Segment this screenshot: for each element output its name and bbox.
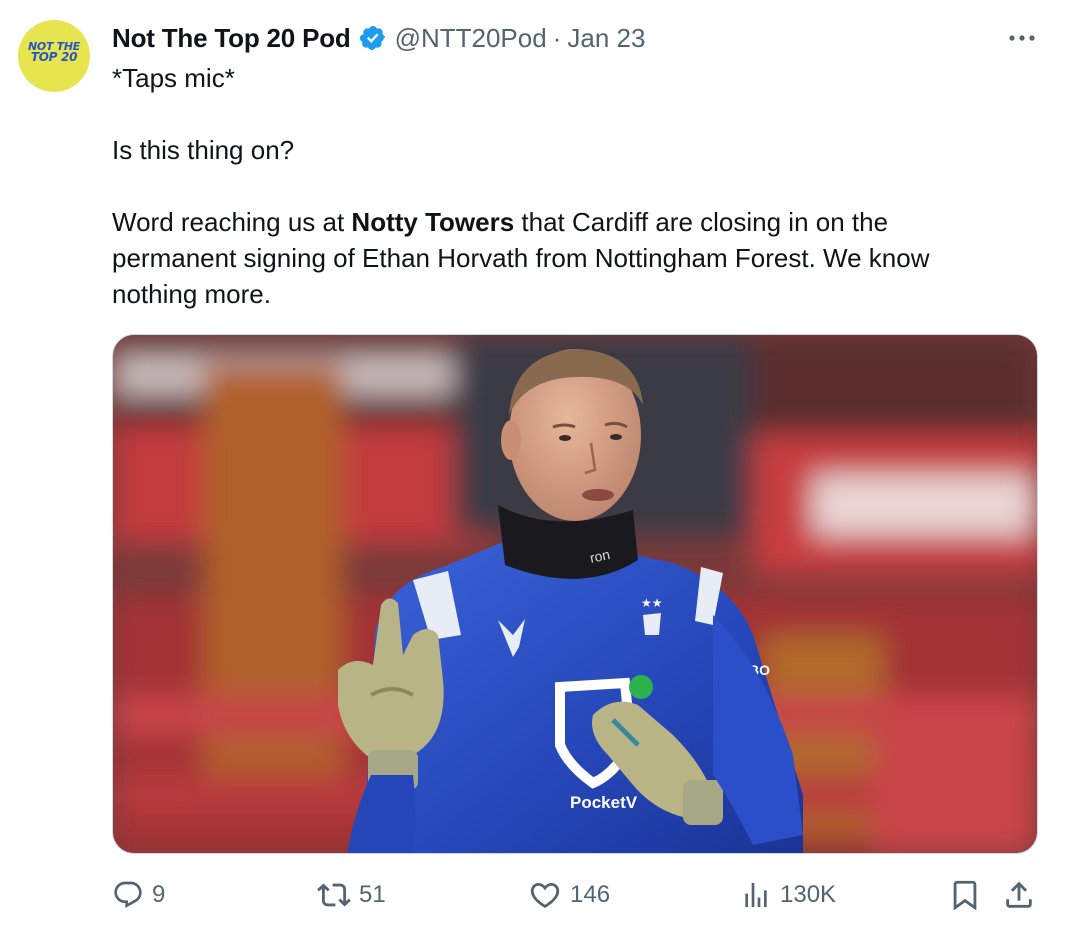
avatar-logo-line2: TOP 20: [30, 50, 78, 64]
news-prefix: Word reaching us at: [112, 207, 352, 237]
tweet-action-bar: 9 51 146 130K: [112, 874, 1038, 916]
author-name[interactable]: Not The Top 20 Pod: [112, 23, 351, 54]
tweet-line-taps-mic: *Taps mic*: [112, 63, 235, 93]
svg-text:★★: ★★: [641, 596, 663, 610]
reply-icon: [114, 881, 142, 908]
repost-icon: [317, 883, 351, 907]
bookmark-icon: [953, 880, 977, 911]
heart-icon: [530, 882, 560, 908]
tweet-date[interactable]: Jan 23: [567, 23, 645, 54]
news-bold-phrase: Notty Towers: [351, 207, 515, 237]
like-count: 146: [570, 881, 611, 908]
verified-badge-icon: [359, 26, 385, 50]
like-button[interactable]: 146: [528, 874, 610, 916]
goalkeeper-photo: ron ★★ PocketV BO: [113, 335, 1037, 853]
separator-dot: ·: [552, 22, 562, 53]
analytics-icon: [745, 883, 767, 907]
views-count: 130K: [780, 881, 837, 908]
share-icon: [1006, 881, 1032, 908]
tweet-line-question: Is this thing on?: [112, 135, 295, 165]
views-button[interactable]: 130K: [740, 874, 836, 916]
tweet-header: Not The Top 20 Pod @NTT20Pod · Jan 23: [112, 22, 645, 54]
tweet-media-photo[interactable]: ron ★★ PocketV BO: [112, 334, 1038, 854]
reply-button[interactable]: 9: [112, 874, 165, 916]
avatar[interactable]: NOT THE TOP 20: [18, 20, 90, 92]
author-handle[interactable]: @NTT20Pod: [395, 23, 547, 54]
repost-button[interactable]: 51: [317, 874, 386, 916]
sponsor-text: PocketV: [570, 793, 638, 812]
share-button[interactable]: [1002, 874, 1036, 916]
avatar-logo: NOT THE TOP 20: [18, 41, 90, 64]
repost-count: 51: [359, 881, 386, 908]
tweet-line-news: Word reaching us at Notty Towers that Ca…: [112, 204, 1012, 312]
more-options-icon[interactable]: [1004, 26, 1040, 50]
bookmark-button[interactable]: [948, 874, 982, 916]
reply-count: 9: [152, 881, 166, 908]
tweet-text: *Taps mic* Is this thing on? Word reachi…: [112, 60, 1012, 312]
